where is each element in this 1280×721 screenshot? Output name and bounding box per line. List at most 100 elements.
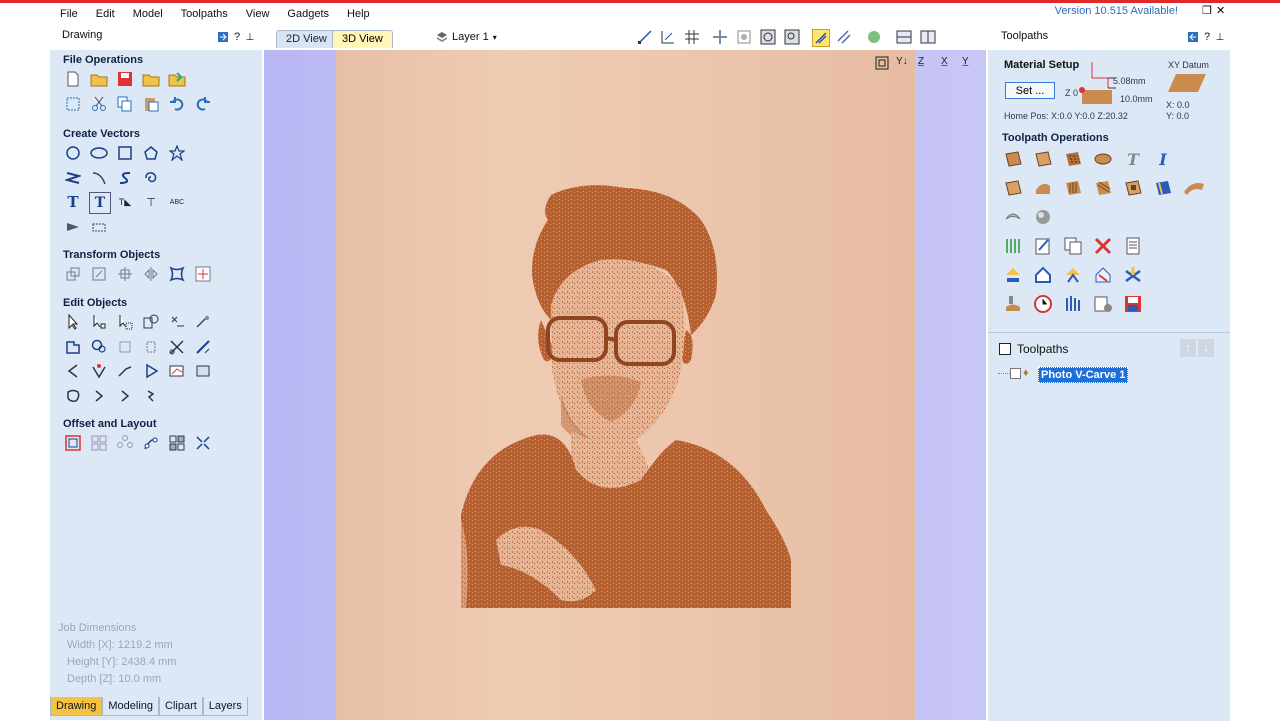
cut-icon[interactable]: [89, 94, 109, 114]
copy-toolpath-icon[interactable]: [1062, 235, 1084, 257]
draw-curve-icon[interactable]: [115, 168, 135, 188]
extend-icon[interactable]: [115, 361, 135, 381]
menu-help[interactable]: Help: [337, 8, 378, 20]
measure-icon[interactable]: [89, 217, 109, 237]
text-box-icon[interactable]: T: [89, 192, 111, 214]
draw-ellipse-icon[interactable]: [89, 143, 109, 163]
drilling-toolpath-icon[interactable]: [1062, 148, 1084, 170]
new-file-icon[interactable]: [63, 69, 83, 89]
import-icon[interactable]: [167, 69, 187, 89]
menu-gadgets[interactable]: Gadgets: [277, 8, 337, 20]
vcarve-toolpath-icon[interactable]: T: [1122, 148, 1144, 170]
view-front-icon[interactable]: X̲: [941, 56, 948, 67]
tab-2d-view[interactable]: 2D View: [276, 30, 337, 48]
view-top-icon[interactable]: Z̲: [918, 56, 924, 67]
undo-icon[interactable]: [167, 94, 187, 114]
circular-array-icon[interactable]: [115, 433, 135, 453]
text-on-curve-icon[interactable]: T◣: [115, 192, 135, 212]
bitmap-trace-icon[interactable]: [167, 361, 187, 381]
view-side-icon[interactable]: Y̲: [962, 56, 969, 67]
roughing-toolpath-icon[interactable]: [1002, 206, 1024, 228]
help-icon[interactable]: ?: [232, 29, 242, 45]
template-save-icon[interactable]: [1092, 264, 1114, 286]
version-notice[interactable]: Version 10.515 Available!: [1055, 5, 1178, 17]
zoom-extents-icon[interactable]: [760, 29, 776, 45]
draw-text-icon[interactable]: T: [63, 192, 83, 212]
tab-3d-view[interactable]: 3D View: [332, 30, 393, 48]
recalculate-icon[interactable]: [1002, 264, 1024, 286]
menu-file[interactable]: File: [50, 8, 86, 20]
scissors-icon[interactable]: [167, 337, 187, 357]
wrapped-toolpath-icon[interactable]: [1152, 177, 1174, 199]
prism-toolpath-icon[interactable]: [1032, 177, 1054, 199]
pushpin-icon[interactable]: ⊥: [246, 29, 255, 45]
open-file-icon[interactable]: [89, 69, 109, 89]
draw-star-icon[interactable]: [167, 143, 187, 163]
split-view-icon[interactable]: [896, 29, 912, 45]
offset-vectors-icon[interactable]: [63, 433, 83, 453]
tab-modeling[interactable]: Modeling: [102, 697, 159, 716]
distort-icon[interactable]: [167, 264, 187, 284]
merge-toolpaths-icon[interactable]: [1032, 264, 1054, 286]
nest-icon[interactable]: [63, 386, 83, 406]
layer-selector[interactable]: Layer 1 ▾: [436, 31, 497, 43]
move-down-icon[interactable]: ↓: [1198, 339, 1214, 357]
save-icon[interactable]: [115, 69, 135, 89]
view-isometric-icon[interactable]: Y↓: [896, 56, 908, 67]
toolpath-item[interactable]: Photo V-Carve 1: [1038, 367, 1129, 383]
material-set-button[interactable]: Set ...: [1005, 82, 1055, 99]
move-icon[interactable]: [63, 264, 83, 284]
join-icon[interactable]: [89, 337, 109, 357]
tile-view-icon[interactable]: [920, 29, 936, 45]
inlay-toolpath-icon[interactable]: I: [1152, 148, 1174, 170]
quick-engrave-icon[interactable]: [1092, 148, 1114, 170]
mirror-icon[interactable]: [141, 264, 161, 284]
moulding-toolpath-icon[interactable]: [1002, 177, 1024, 199]
toolpath-item-checkbox[interactable]: [1010, 368, 1021, 379]
open-folder-icon[interactable]: [141, 69, 161, 89]
nesting-icon[interactable]: [167, 433, 187, 453]
draw-line-icon[interactable]: [637, 29, 653, 45]
tool-database-icon[interactable]: [1002, 235, 1024, 257]
toolpaths-checkbox[interactable]: [999, 343, 1011, 355]
toolpath-templates-icon[interactable]: [1062, 264, 1084, 286]
xy-datum-icon[interactable]: [1166, 72, 1210, 94]
offset-icon[interactable]: [89, 386, 109, 406]
toolpath-tabs-icon[interactable]: [1122, 264, 1144, 286]
zoom-box-icon[interactable]: [736, 29, 752, 45]
move-up-icon[interactable]: ↑: [1180, 339, 1196, 357]
snap-icon[interactable]: [660, 29, 676, 45]
material-shade-icon[interactable]: [866, 29, 882, 45]
break-icon[interactable]: [141, 386, 161, 406]
copy-icon[interactable]: [115, 94, 135, 114]
zoom-fit-icon[interactable]: [784, 29, 800, 45]
node-smooth-icon[interactable]: [89, 361, 109, 381]
draw-spiral-icon[interactable]: [141, 168, 161, 188]
align-icon[interactable]: [115, 264, 135, 284]
fillet-icon[interactable]: [193, 337, 213, 357]
render-mode-icon[interactable]: [812, 29, 830, 47]
toolpath-settings-icon[interactable]: [1092, 293, 1114, 315]
draw-polyline-icon[interactable]: [63, 168, 83, 188]
pan-icon[interactable]: [712, 29, 728, 45]
close-icon[interactable]: ✕: [1216, 4, 1225, 17]
draw-rectangle-icon[interactable]: [115, 143, 135, 163]
interactive-transform-icon[interactable]: [115, 312, 135, 332]
auto-layout-icon[interactable]: [193, 433, 213, 453]
menu-edit[interactable]: Edit: [86, 8, 123, 20]
draw-circle-icon[interactable]: [63, 143, 83, 163]
auto-layout-text-icon[interactable]: ⊤: [141, 192, 161, 212]
machining-time-icon[interactable]: [1032, 293, 1054, 315]
pocket-toolpath-icon[interactable]: [1032, 148, 1054, 170]
grid-icon[interactable]: [684, 29, 700, 45]
edit-toolpath-icon[interactable]: [1032, 235, 1054, 257]
select-pointer-icon[interactable]: [63, 312, 83, 332]
close-vectors-icon[interactable]: [141, 361, 161, 381]
pin-panel-icon[interactable]: [217, 29, 229, 45]
weld-icon[interactable]: [63, 337, 83, 357]
select-all-icon[interactable]: [63, 94, 83, 114]
tab-drawing[interactable]: Drawing: [50, 697, 103, 716]
arc-text-icon[interactable]: ABC: [167, 192, 187, 212]
copy-along-vectors-icon[interactable]: [141, 433, 161, 453]
menu-model[interactable]: Model: [123, 8, 171, 20]
